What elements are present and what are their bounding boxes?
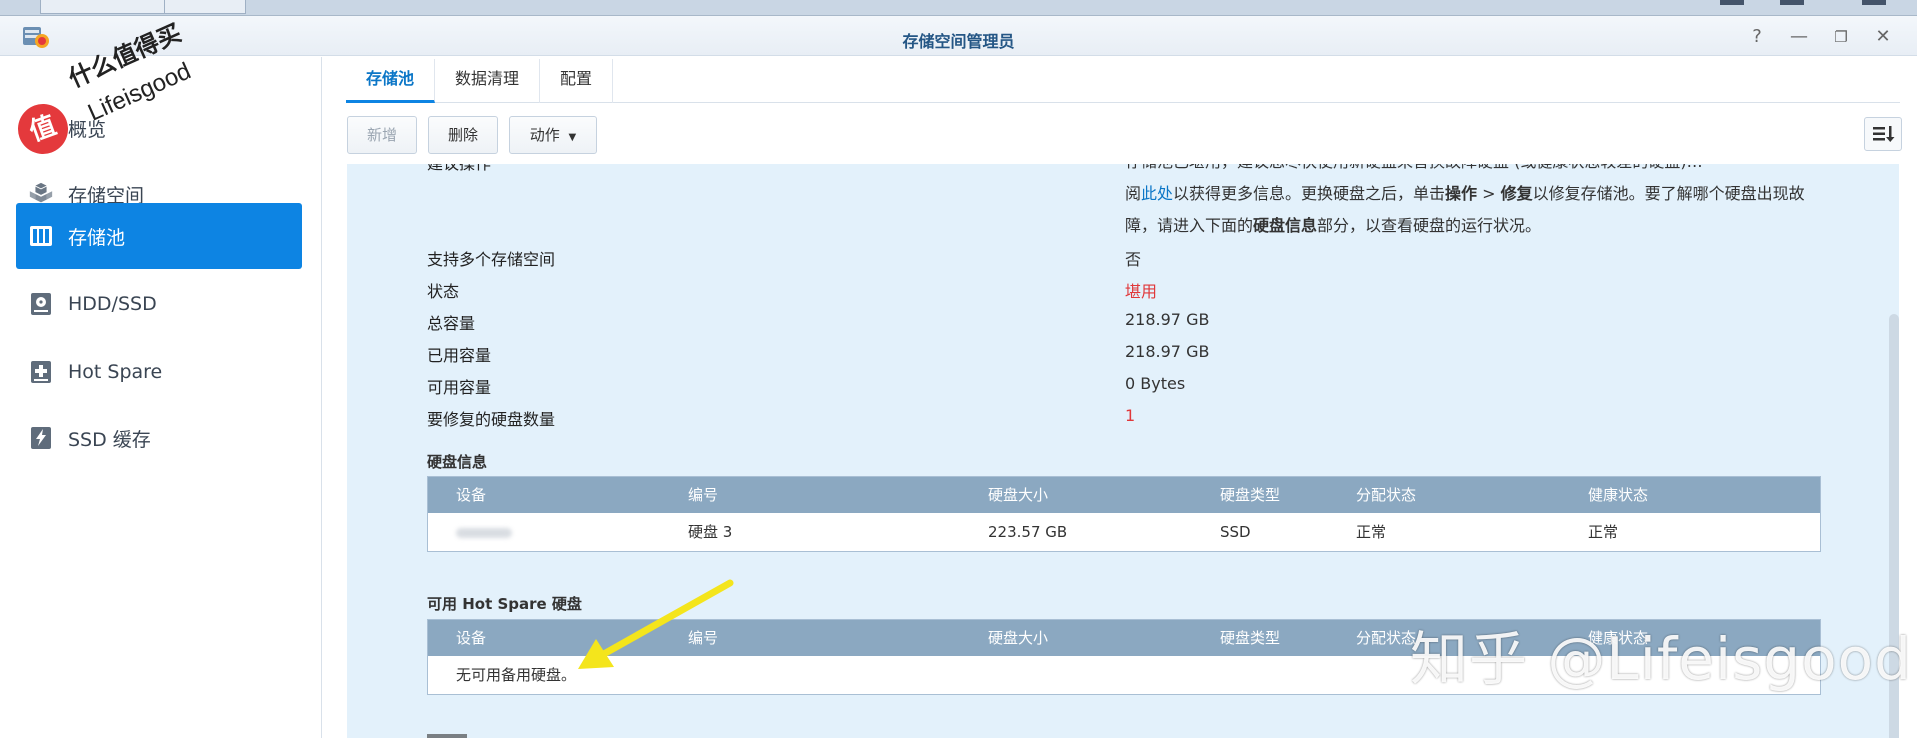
window-titlebar: 存储空间管理员 ? — ❐ ✕ xyxy=(0,16,1917,56)
sort-toggle-button[interactable] xyxy=(1864,117,1902,151)
action-label: 动作 xyxy=(529,126,560,144)
add-button[interactable]: 新增 xyxy=(347,116,417,154)
column-header[interactable]: 分配状态 xyxy=(1356,477,1416,513)
tab-bar: 存储池 数据清理 配置 xyxy=(346,59,1900,103)
size-cell: 223.57 GB xyxy=(988,523,1068,541)
desc-text: 部分，以查看硬盘的运行状况。 xyxy=(1317,216,1542,235)
info-value: 218.97 GB xyxy=(1125,342,1210,361)
device-cell-redacted xyxy=(456,513,512,551)
taskbar-tray-icon[interactable] xyxy=(1862,0,1886,5)
tab-config[interactable]: 配置 xyxy=(540,59,614,103)
info-label: 可用容量 xyxy=(427,378,492,397)
desc-bold: 操作 xyxy=(1445,184,1478,203)
empty-message: 无可用备用硬盘。 xyxy=(456,666,577,684)
info-label: 建议操作 xyxy=(427,164,491,174)
desc-text: 以获得更多信息。更换硬盘之后，单击 xyxy=(1173,184,1446,203)
info-value: 218.97 GB xyxy=(1125,310,1210,329)
sidebar-item-label: HDD/SSD xyxy=(68,293,157,315)
taskbar-app-button[interactable] xyxy=(40,0,170,14)
column-header[interactable]: 硬盘大小 xyxy=(988,477,1048,513)
taskbar-tray-icon[interactable] xyxy=(1780,0,1804,5)
caret-down-icon: ▼ xyxy=(568,132,577,143)
sort-list-icon xyxy=(1873,126,1895,142)
sidebar: 概览 存储空间 存储池 HDD/SSD Hot Spare SSD 缓存 xyxy=(0,57,322,738)
column-header[interactable]: 健康状态 xyxy=(1588,477,1648,513)
desc-text: 阅 xyxy=(1125,184,1142,203)
ssd-cache-bolt-icon xyxy=(28,425,54,451)
annotation-arrow-icon xyxy=(578,579,734,669)
info-label: 已用容量 xyxy=(427,346,492,365)
desc-text: 以修复存储池。要了解哪个硬盘出现故 xyxy=(1532,184,1805,203)
action-dropdown-button[interactable]: 动作 ▼ xyxy=(509,116,597,154)
desc-text: 障，请进入下面的 xyxy=(1125,216,1254,235)
minimize-button[interactable]: — xyxy=(1786,26,1812,48)
column-header[interactable]: 硬盘类型 xyxy=(1220,620,1280,656)
delete-button[interactable]: 删除 xyxy=(428,116,498,154)
sidebar-item-label: SSD 缓存 xyxy=(68,428,151,451)
column-header[interactable]: 设备 xyxy=(456,477,486,513)
taskbar-tray-icon[interactable] xyxy=(1720,0,1744,5)
health-status-cell: 正常 xyxy=(1588,523,1619,541)
sidebar-item-label: 存储池 xyxy=(68,226,126,249)
info-label: 状态 xyxy=(427,282,460,301)
sidebar-item-label: Hot Spare xyxy=(68,361,163,383)
tab-storage-pool[interactable]: 存储池 xyxy=(346,59,436,103)
repair-instructions: 阅此处以获得更多信息。更换硬盘之后，单击操作 > 修复以修复存储池。要了解哪个硬… xyxy=(1125,178,1825,242)
hot-spare-plus-icon xyxy=(28,359,54,385)
taskbar xyxy=(0,0,1917,16)
desc-bold: 硬盘信息 xyxy=(1253,216,1318,235)
truncated-section-title xyxy=(427,734,467,738)
sidebar-item-hdd-ssd[interactable]: HDD/SSD xyxy=(16,271,302,337)
restore-button[interactable]: ❐ xyxy=(1828,26,1854,48)
sidebar-item-storage-pool[interactable]: 存储池 xyxy=(16,203,302,269)
column-header[interactable]: 设备 xyxy=(456,620,486,656)
taskbar-app-button[interactable] xyxy=(164,0,246,14)
alloc-status-cell: 正常 xyxy=(1356,523,1387,541)
column-header[interactable]: 硬盘大小 xyxy=(988,620,1048,656)
info-warning-text: 存储池已堪用，建议您尽快使用新硬盘来替换故障硬盘 (或健康状态较差的硬盘)… xyxy=(1125,164,1825,178)
help-button[interactable]: ? xyxy=(1744,26,1770,48)
disk-icon xyxy=(28,291,54,317)
close-button[interactable]: ✕ xyxy=(1870,26,1896,48)
status-value: 堪用 xyxy=(1125,282,1158,301)
disk-info-table: 设备 编号 硬盘大小 硬盘类型 分配状态 健康状态 硬盘 3 223.57 GB… xyxy=(427,476,1821,552)
zhihu-watermark: 知乎 @Lifeisgood xyxy=(1410,625,1912,693)
column-header[interactable]: 编号 xyxy=(688,477,718,513)
tab-data-scrubbing[interactable]: 数据清理 xyxy=(435,59,541,103)
info-label: 要修复的硬盘数量 xyxy=(427,410,556,429)
desc-text: > xyxy=(1477,184,1501,203)
column-header[interactable]: 分配状态 xyxy=(1356,620,1416,656)
hot-spare-title: 可用 Hot Spare 硬盘 xyxy=(427,595,582,613)
info-value: 0 Bytes xyxy=(1125,374,1186,393)
table-row[interactable]: 硬盘 3 223.57 GB SSD 正常 正常 xyxy=(428,513,1820,551)
sidebar-item-ssd-cache[interactable]: SSD 缓存 xyxy=(16,405,302,471)
column-header[interactable]: 硬盘类型 xyxy=(1220,477,1280,513)
info-label: 总容量 xyxy=(427,314,476,333)
number-cell: 硬盘 3 xyxy=(688,523,733,541)
info-value: 否 xyxy=(1125,250,1142,269)
storage-pool-icon xyxy=(28,223,54,249)
sidebar-item-hot-spare[interactable]: Hot Spare xyxy=(16,339,302,405)
type-cell: SSD xyxy=(1220,523,1251,541)
repair-count-value: 1 xyxy=(1125,406,1136,425)
desc-bold: 修复 xyxy=(1500,184,1533,203)
table-header: 设备 编号 硬盘大小 硬盘类型 分配状态 健康状态 xyxy=(428,477,1820,513)
window-title: 存储空间管理员 xyxy=(902,32,1015,51)
more-info-link[interactable]: 此处 xyxy=(1141,184,1173,203)
info-label: 支持多个存储空间 xyxy=(427,250,556,269)
disk-info-title: 硬盘信息 xyxy=(427,453,488,471)
